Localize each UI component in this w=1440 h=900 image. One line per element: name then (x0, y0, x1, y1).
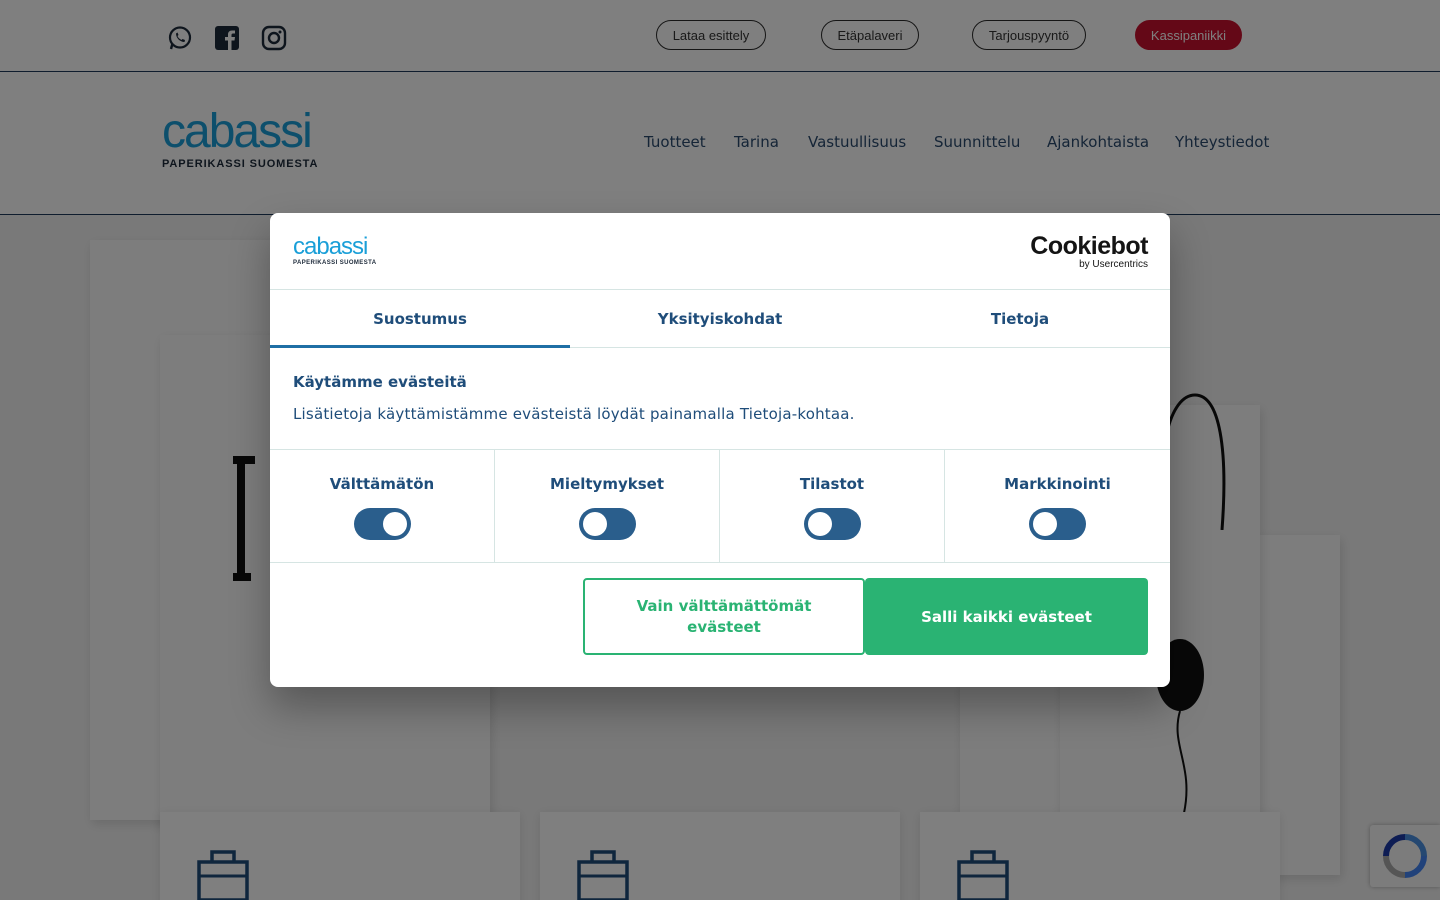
dialog-logo-word: cabassi (293, 233, 368, 260)
tab-consent[interactable]: Suostumus (270, 290, 570, 348)
category-label: Markkinointi (1004, 475, 1111, 493)
dialog-site-logo: cabassi PAPERIKASSI SUOMESTA (293, 233, 377, 267)
category-marketing: Markkinointi (945, 450, 1170, 562)
cookiebot-by-line: by Usercentrics (1079, 259, 1148, 270)
tab-details[interactable]: Yksityiskohdat (570, 290, 870, 347)
consent-categories: Välttämätön Mieltymykset Tilastot Markki… (270, 449, 1170, 563)
cookie-consent-dialog: cabassi PAPERIKASSI SUOMESTA Cookiebot b… (270, 213, 1170, 687)
toggle-knob (383, 512, 407, 536)
dialog-tabs: Suostumus Yksityiskohdat Tietoja (270, 290, 1170, 348)
dialog-logo-tagline: PAPERIKASSI SUOMESTA (293, 260, 377, 266)
statistics-toggle[interactable] (804, 508, 861, 540)
toggle-knob (1033, 512, 1057, 536)
toggle-knob (583, 512, 607, 536)
preferences-toggle[interactable] (579, 508, 636, 540)
category-label: Välttämätön (329, 475, 435, 493)
allow-necessary-button[interactable]: Vain välttämättömät evästeet (583, 578, 865, 655)
consent-description: Lisätietoja käyttämistämme evästeistä lö… (293, 405, 855, 423)
category-label: Mieltymykset (550, 475, 664, 493)
toggle-knob (808, 512, 832, 536)
category-statistics: Tilastot (720, 450, 945, 562)
dialog-header: cabassi PAPERIKASSI SUOMESTA Cookiebot b… (270, 213, 1170, 290)
cookiebot-logo[interactable]: Cookiebot by Usercentrics (1030, 233, 1148, 270)
category-label: Tilastot (799, 475, 865, 493)
cookiebot-wordmark: Cookiebot (1030, 232, 1148, 260)
category-necessary: Välttämätön (270, 450, 495, 562)
necessary-toggle[interactable] (354, 508, 411, 540)
category-preferences: Mieltymykset (495, 450, 720, 562)
tab-about[interactable]: Tietoja (870, 290, 1170, 347)
allow-all-button[interactable]: Salli kaikki evästeet (865, 578, 1148, 655)
consent-title: Käytämme evästeitä (293, 373, 467, 391)
marketing-toggle[interactable] (1029, 508, 1086, 540)
